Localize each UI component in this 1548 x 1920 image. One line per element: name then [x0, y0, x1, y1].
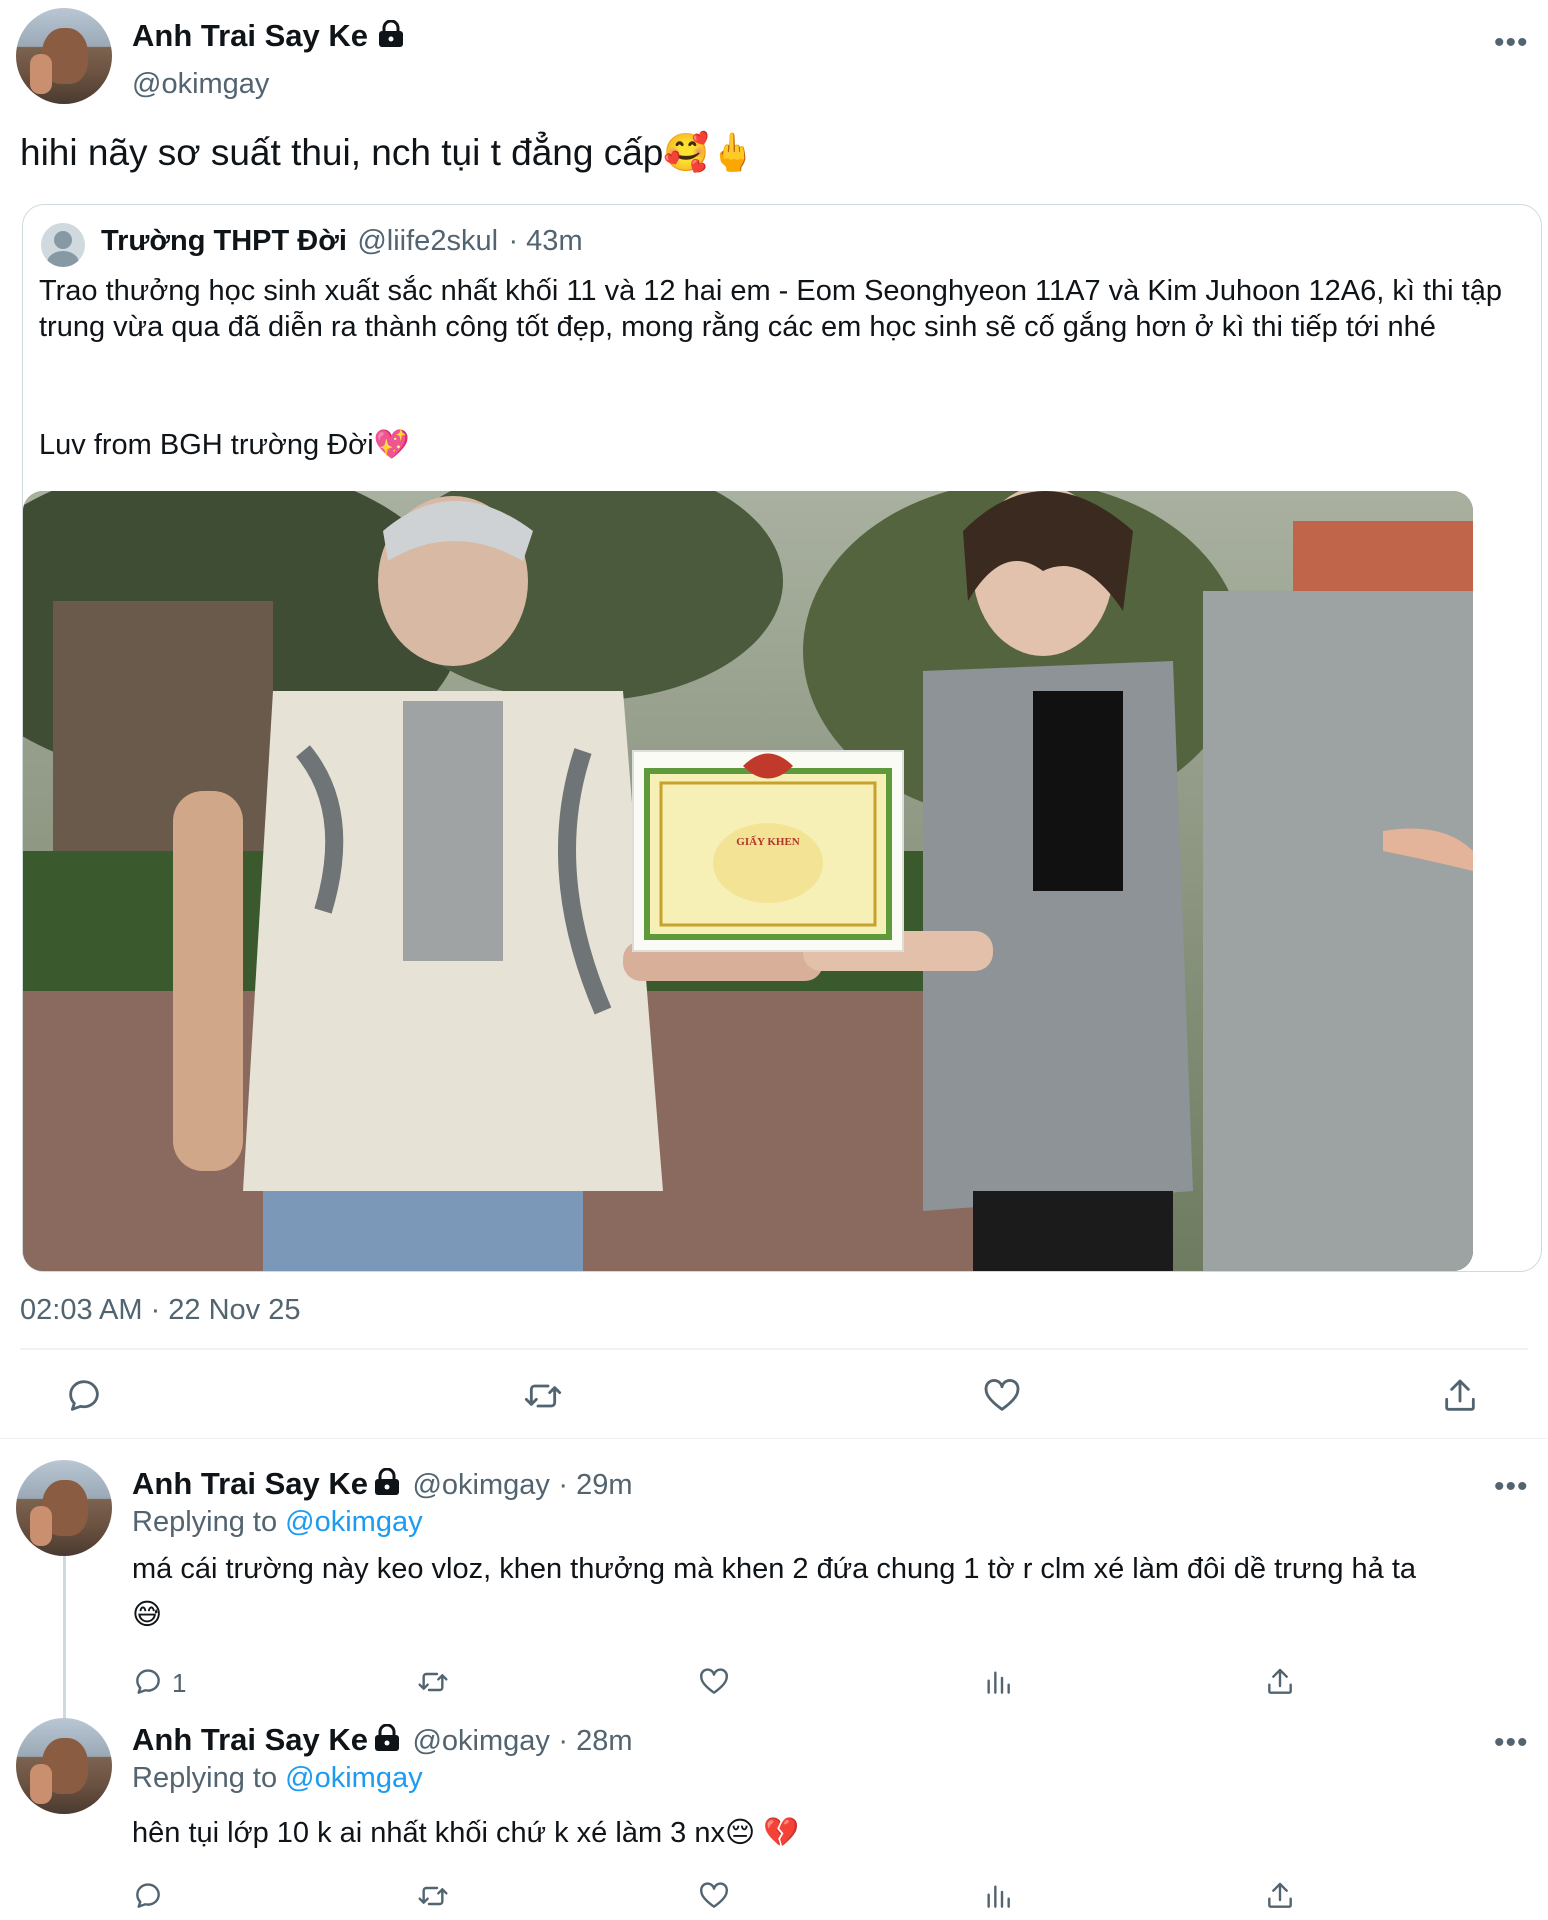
quoted-author-avatar[interactable]: [41, 223, 85, 267]
reply-icon[interactable]: [132, 1666, 164, 1698]
quoted-author-handle[interactable]: @liife2skul: [357, 225, 498, 257]
replying-to: Replying to @okimgay: [132, 1506, 423, 1539]
quoted-tweet-card[interactable]: Trường THPT Đời @liife2skul · 43m Trao t…: [22, 204, 1542, 1272]
divider: [20, 1348, 1528, 1350]
analytics-icon[interactable]: [982, 1666, 1014, 1698]
replying-to-label: Replying to: [132, 1762, 278, 1794]
retweet-icon[interactable]: [416, 1666, 450, 1698]
tweet-timestamp[interactable]: 02:03 AM · 22 Nov 25: [20, 1294, 301, 1327]
retweet-icon[interactable]: [416, 1880, 450, 1912]
lock-icon: [378, 19, 404, 53]
replying-to-link[interactable]: @okimgay: [285, 1762, 422, 1794]
reply-text: hên tụi lớp 10 k ai nhất khối chứ k xé l…: [132, 1817, 800, 1849]
retweet-icon[interactable]: [522, 1376, 564, 1416]
reply-header: Anh Trai Say Ke @okimgay · 28m: [132, 1722, 633, 1758]
replying-to-label: Replying to: [132, 1506, 278, 1538]
reply-author-name[interactable]: Anh Trai Say Ke: [132, 1466, 368, 1501]
reply-author-handle[interactable]: @okimgay: [412, 1469, 549, 1501]
more-options-icon[interactable]: •••: [1494, 26, 1529, 60]
reply-count: 1: [172, 1668, 187, 1698]
reply-author-avatar[interactable]: [16, 1460, 112, 1556]
analytics-icon[interactable]: [982, 1880, 1014, 1912]
more-options-icon[interactable]: •••: [1494, 1470, 1529, 1504]
reply-author-handle[interactable]: @okimgay: [412, 1725, 549, 1757]
share-icon[interactable]: [1440, 1376, 1480, 1416]
quoted-time: · 43m: [508, 225, 583, 257]
reply-header: Anh Trai Say Ke @okimgay · 29m: [132, 1466, 633, 1502]
thread-line: [63, 1552, 66, 1722]
reply-author-avatar[interactable]: [16, 1718, 112, 1814]
reply-time: · 28m: [558, 1725, 633, 1757]
quoted-author-name[interactable]: Trường THPT Đời: [101, 225, 347, 257]
divider: [0, 1438, 1548, 1439]
reply-icon[interactable]: [64, 1376, 104, 1416]
reply-icon[interactable]: [132, 1880, 164, 1912]
lock-icon: [374, 1467, 400, 1501]
quoted-signoff: Luv from BGH trường Đời💖: [39, 429, 410, 461]
share-icon[interactable]: [1264, 1666, 1296, 1698]
replying-to: Replying to @okimgay: [132, 1762, 423, 1795]
main-author-name[interactable]: Anh Trai Say Ke: [132, 18, 368, 53]
main-author-avatar[interactable]: [16, 8, 112, 104]
reply-text: má cái trường này keo vloz, khen thưởng …: [132, 1553, 1417, 1585]
replying-to-link[interactable]: @okimgay: [285, 1506, 422, 1538]
more-options-icon[interactable]: •••: [1494, 1726, 1529, 1760]
reply-emoji: 😅: [132, 1599, 163, 1631]
reply-time: · 29m: [558, 1469, 633, 1501]
like-icon[interactable]: [982, 1376, 1022, 1416]
main-author-name-row[interactable]: Anh Trai Say Ke: [132, 18, 404, 54]
like-icon[interactable]: [698, 1666, 730, 1698]
main-tweet-text: hihi nãy sơ suất thui, nch tụi t đẳng cấ…: [20, 132, 756, 173]
reply-author-name[interactable]: Anh Trai Say Ke: [132, 1722, 368, 1757]
like-icon[interactable]: [698, 1880, 730, 1912]
certificate-title: GIẤY KHEN: [736, 835, 800, 848]
lock-icon: [374, 1723, 400, 1757]
quoted-header: Trường THPT Đời @liife2skul · 43m: [101, 225, 583, 258]
main-author-handle[interactable]: @okimgay: [132, 68, 269, 101]
share-icon[interactable]: [1264, 1880, 1296, 1912]
quoted-photo[interactable]: GIẤY KHEN: [23, 491, 1473, 1271]
quoted-text: Trao thưởng học sinh xuất sắc nhất khối …: [39, 275, 1502, 343]
